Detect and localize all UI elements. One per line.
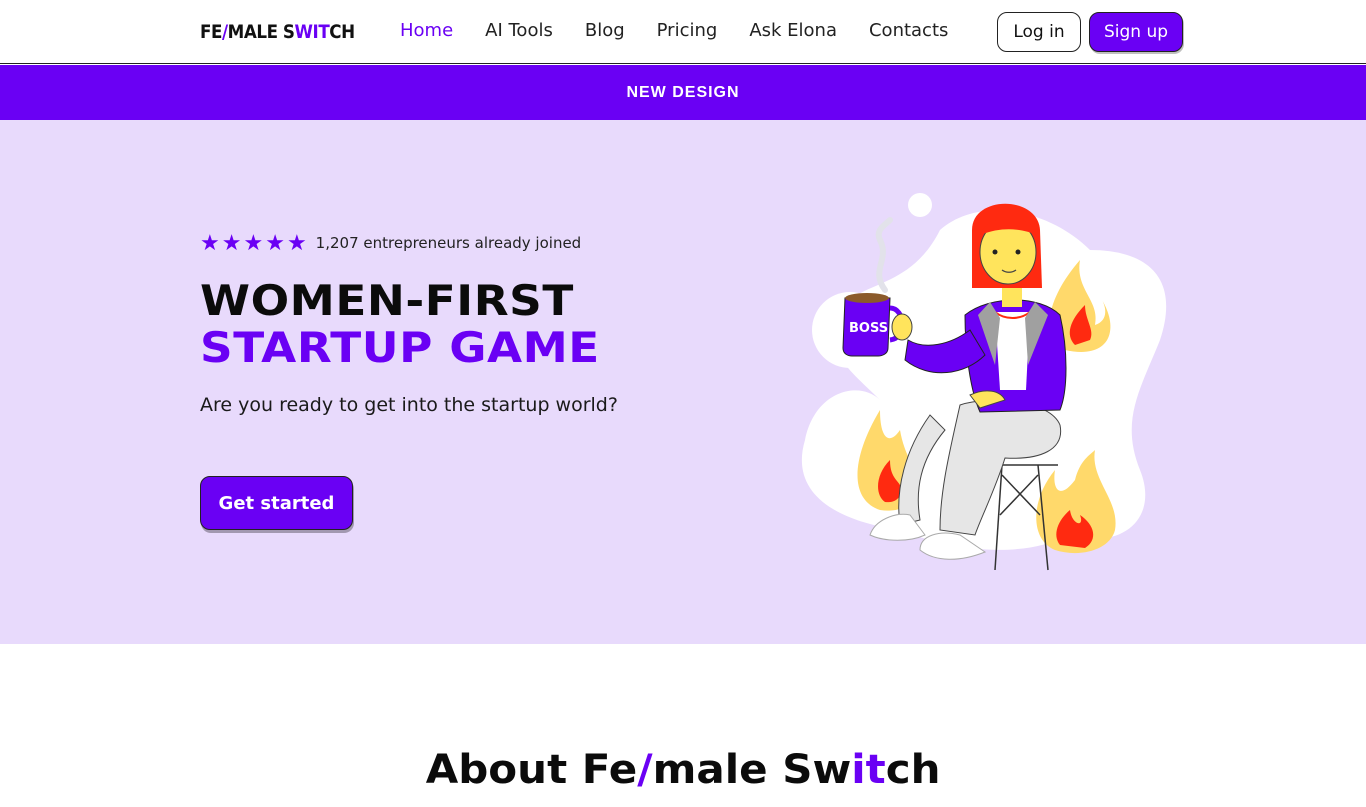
star-icon: ★ [286,230,307,255]
logo-accent: WIT [294,21,330,43]
mug-text: BOSS [849,321,888,336]
about-title-accent: it [851,747,886,793]
logo[interactable]: FE/MALE SWITCH [200,21,355,43]
hero-section: ★ ★ ★ ★ ★ 1,207 entrepreneurs already jo… [0,120,1366,644]
about-title-slash: / [637,747,653,793]
hero-title-line1: WOMEN-FIRST [200,276,574,325]
get-started-button[interactable]: Get started [200,476,353,530]
site-header: FE/MALE SWITCH Home AI Tools Blog Pricin… [0,0,1366,64]
nav-home[interactable]: Home [400,20,453,41]
nav-ask-elona[interactable]: Ask Elona [749,20,837,41]
about-title-part3: ch [885,747,941,793]
star-icon: ★ [265,230,285,255]
about-section-title: About Fe/male Switch [0,747,1366,793]
logo-part1: FE [200,21,222,43]
rating-stars: ★ ★ ★ ★ ★ [200,232,307,254]
star-icon: ★ [243,230,264,255]
hero-title-line2: STARTUP GAME [200,323,600,372]
logo-part3: CH [329,21,355,43]
logo-part2: MALE S [227,21,295,43]
about-title-part2: male Sw [652,747,852,793]
login-button[interactable]: Log in [997,12,1081,52]
signup-button[interactable]: Sign up [1089,12,1183,52]
hero-subtitle: Are you ready to get into the startup wo… [200,394,618,416]
nav-pricing[interactable]: Pricing [657,20,718,41]
rating-row: ★ ★ ★ ★ ★ 1,207 entrepreneurs already jo… [200,232,581,254]
joined-count-text: 1,207 entrepreneurs already joined [315,234,582,252]
banner-text: NEW DESIGN [626,83,740,101]
announcement-banner: NEW DESIGN [0,65,1366,120]
about-title-part1: About Fe [425,747,638,793]
star-icon: ★ [221,230,242,255]
star-icon: ★ [200,230,220,255]
hero-illustration: BOSS [801,193,1167,571]
main-nav: Home AI Tools Blog Pricing Ask Elona Con… [400,20,980,41]
nav-ai-tools[interactable]: AI Tools [485,20,553,41]
nav-contacts[interactable]: Contacts [869,20,948,41]
nav-blog[interactable]: Blog [585,20,625,41]
